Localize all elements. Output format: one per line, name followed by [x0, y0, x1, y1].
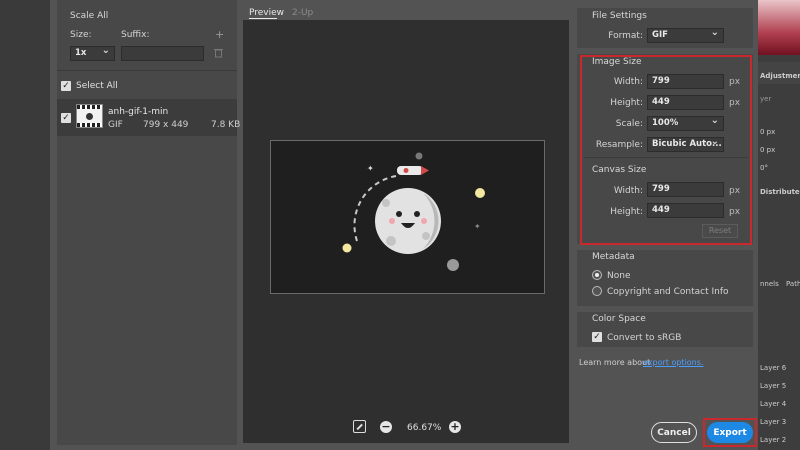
- layer-item[interactable]: Layer 4: [760, 400, 786, 408]
- suffix-input[interactable]: [121, 46, 204, 61]
- layer-item[interactable]: Layer 5: [760, 382, 786, 390]
- layer-item[interactable]: Layer 6: [760, 364, 786, 372]
- angle-field[interactable]: 0°: [760, 164, 768, 172]
- px-field-1[interactable]: 0 px: [760, 128, 775, 136]
- metadata-copyright-radio[interactable]: [592, 286, 602, 296]
- metadata-none-radio[interactable]: [592, 270, 602, 280]
- file-name: anh-gif-1-min: [108, 107, 169, 117]
- color-space-title: Color Space: [592, 314, 646, 324]
- preview-image: ✦ ✦: [270, 140, 545, 294]
- file-format: GIF: [108, 120, 123, 130]
- trash-icon[interactable]: [214, 48, 223, 58]
- export-options-link[interactable]: export options.: [643, 358, 703, 367]
- fit-to-screen-icon[interactable]: [353, 420, 366, 433]
- layer-label: yer: [760, 95, 772, 103]
- distribute-label: Distribute: [760, 188, 800, 196]
- file-size: 7.8 KB: [211, 120, 241, 130]
- left-panel: [57, 0, 237, 445]
- add-scale-icon[interactable]: +: [215, 28, 224, 41]
- metadata-copyright-label: Copyright and Contact Info: [607, 287, 729, 297]
- tab-preview[interactable]: Preview: [249, 8, 284, 18]
- divider: [57, 70, 237, 71]
- px-field-2[interactable]: 0 px: [760, 146, 775, 154]
- layer-item[interactable]: Layer 2: [760, 436, 786, 444]
- zoom-out-icon[interactable]: −: [380, 421, 392, 433]
- file-settings-title: File Settings: [592, 11, 647, 21]
- scale-all-title: Scale All: [70, 11, 109, 21]
- file-checkbox[interactable]: ✓: [61, 113, 71, 123]
- file-thumbnail: [76, 104, 103, 128]
- size-select[interactable]: 1x: [70, 44, 115, 61]
- convert-srgb-label: Convert to sRGB: [607, 333, 682, 343]
- convert-srgb-checkbox[interactable]: ✓: [592, 332, 602, 342]
- file-dimensions: 799 x 449: [143, 120, 189, 130]
- channels-tab[interactable]: nnels: [760, 280, 779, 288]
- metadata-none-label: None: [607, 271, 631, 281]
- tab-preview-underline: [249, 18, 277, 19]
- size-label: Size:: [70, 30, 92, 40]
- svg-text:✦: ✦: [367, 164, 374, 173]
- svg-text:✦: ✦: [474, 222, 481, 231]
- adjustments-tab[interactable]: Adjustments: [760, 72, 800, 80]
- zoom-in-icon[interactable]: +: [449, 421, 461, 433]
- select-all-checkbox[interactable]: ✓: [61, 81, 71, 91]
- zoom-level: 66.67%: [407, 423, 442, 433]
- tab-2up[interactable]: 2-Up: [292, 8, 313, 18]
- learn-more-text: Learn more about: [579, 358, 651, 367]
- format-label: Format:: [608, 31, 643, 41]
- paths-tab[interactable]: Path: [786, 280, 800, 288]
- metadata-title: Metadata: [592, 252, 635, 262]
- app-background: [0, 0, 50, 450]
- highlight-box-export: [703, 418, 757, 447]
- format-select[interactable]: GIF: [647, 26, 724, 43]
- layer-item[interactable]: Layer 3: [760, 418, 786, 426]
- suffix-label: Suffix:: [121, 30, 150, 40]
- cancel-button[interactable]: Cancel: [651, 422, 697, 443]
- highlight-box-size: [580, 55, 752, 245]
- color-picker-swatch: [758, 0, 800, 55]
- moon-illustration: ✦ ✦: [342, 152, 485, 271]
- background-app-panels: Adjustments yer 0 px 0 px 0° Distribute …: [758, 0, 800, 450]
- select-all-label: Select All: [76, 81, 118, 91]
